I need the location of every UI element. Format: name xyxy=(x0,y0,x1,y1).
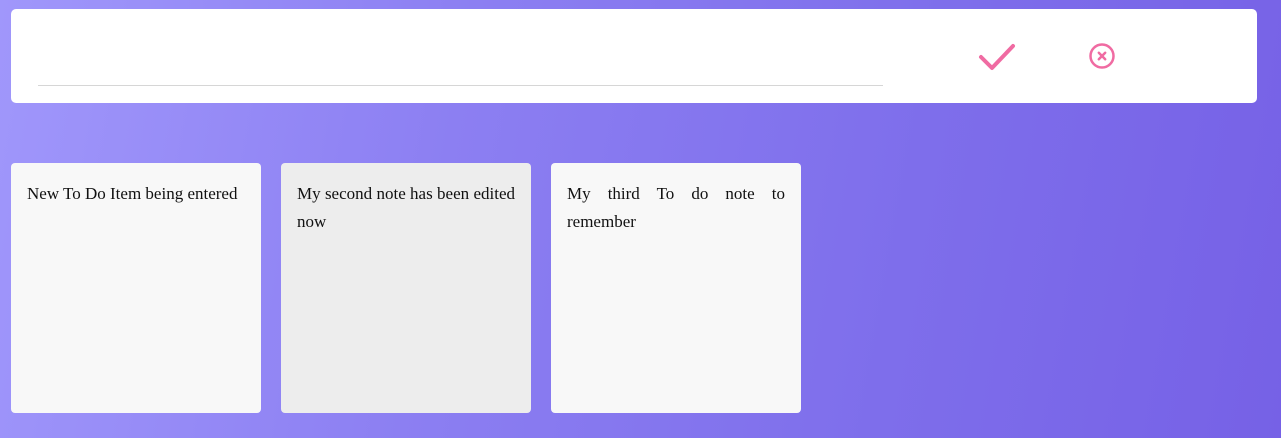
circle-x-icon xyxy=(1089,43,1115,69)
note-text: My third To do note to remember xyxy=(567,184,785,231)
checkmark-icon xyxy=(979,44,1015,70)
note-composer xyxy=(11,9,1257,103)
note-input[interactable] xyxy=(38,53,883,86)
note-card[interactable]: My third To do note to remember xyxy=(551,163,801,413)
cancel-button[interactable] xyxy=(1086,39,1118,73)
note-text: My second note has been edited now xyxy=(297,184,515,231)
note-card[interactable]: My second note has been edited now xyxy=(281,163,531,413)
confirm-button[interactable] xyxy=(975,37,1019,77)
note-card[interactable]: New To Do Item being entered xyxy=(11,163,261,413)
note-text: New To Do Item being entered xyxy=(27,184,238,203)
